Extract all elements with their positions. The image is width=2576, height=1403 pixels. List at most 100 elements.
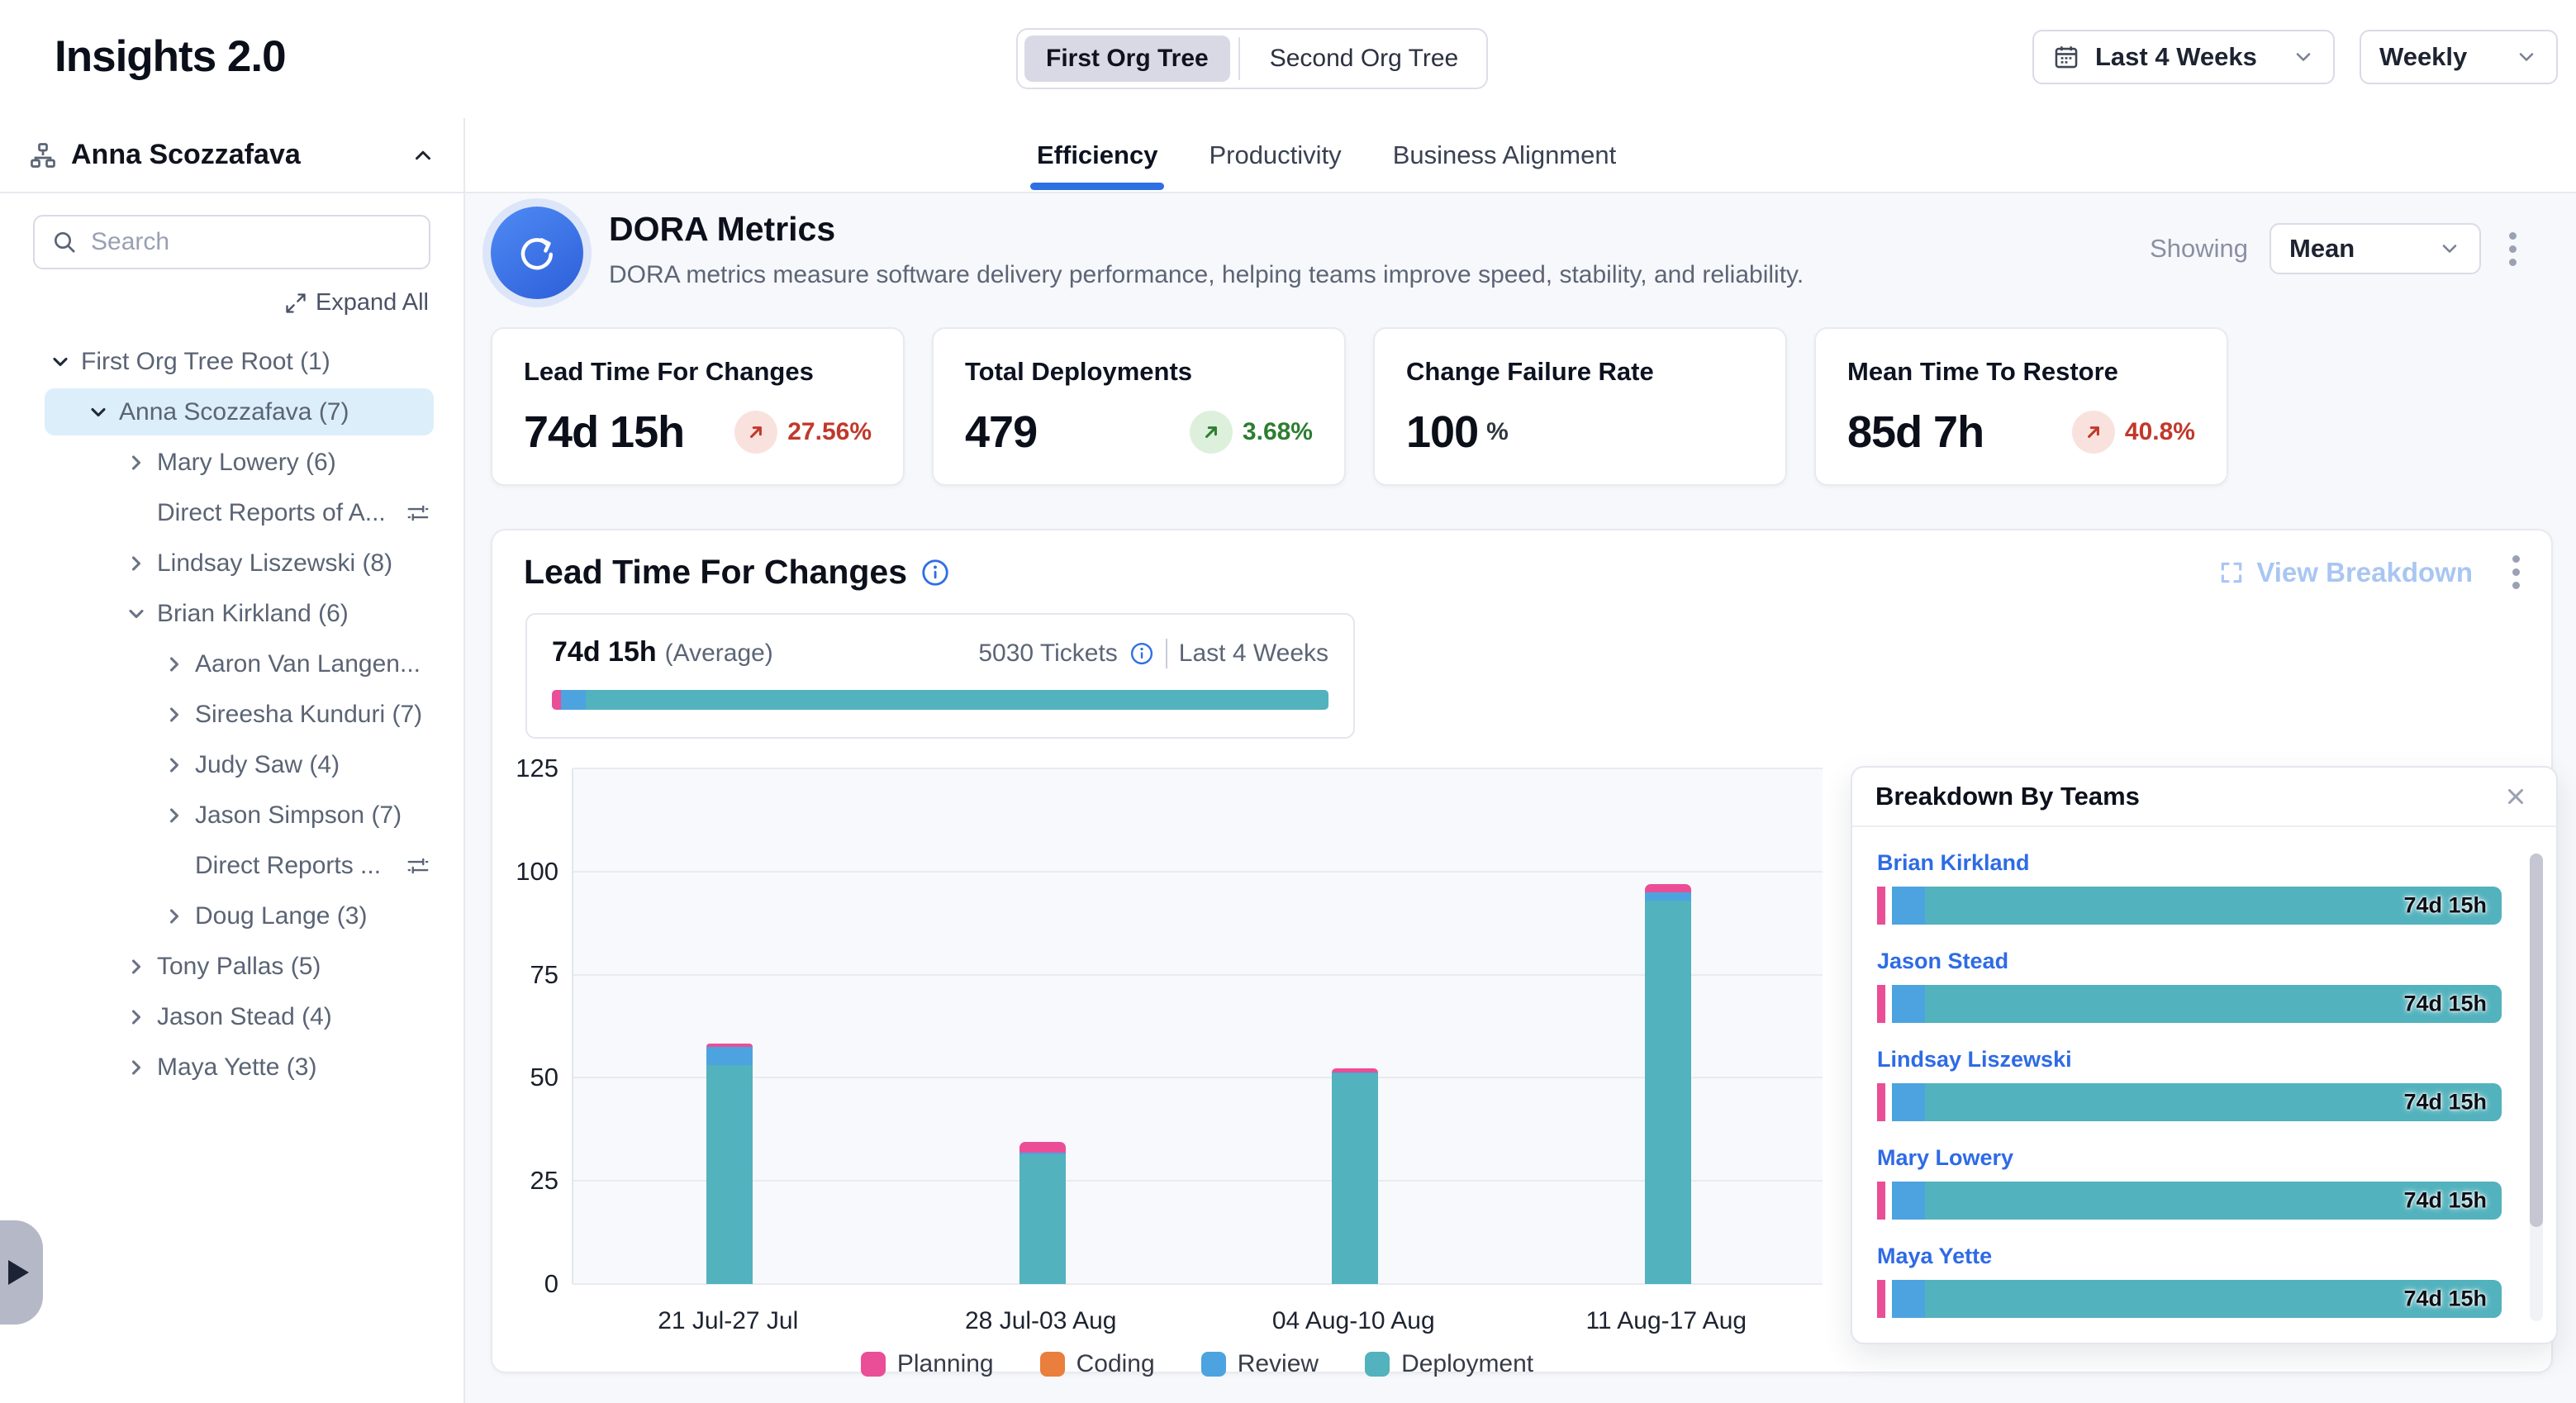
x-axis-label: 21 Jul-27 Jul	[587, 1307, 868, 1335]
legend-swatch	[1201, 1352, 1226, 1377]
tree-item[interactable]: Tony Pallas (5)	[0, 941, 463, 992]
tree-item[interactable]: Aaron Van Langen...	[0, 639, 463, 689]
summary-tickets: 5030 Tickets	[978, 640, 1117, 668]
legend-item-review[interactable]: Review	[1201, 1350, 1319, 1378]
metric-card-value: 100	[1406, 407, 1478, 458]
bar-segment-review	[1892, 1083, 1925, 1121]
tree-item[interactable]: Sireesha Kunduri (7)	[0, 689, 463, 740]
metric-card-delta: 3.68%	[1243, 418, 1313, 446]
info-icon[interactable]	[920, 558, 950, 587]
tree-item[interactable]: Doug Lange (3)	[0, 891, 463, 941]
tree-item-label: Mary Lowery (6)	[157, 449, 336, 477]
view-breakdown-button[interactable]: View Breakdown	[2218, 557, 2473, 588]
tree-item[interactable]: Maya Yette (3)	[0, 1042, 463, 1092]
trend-up-icon	[734, 411, 777, 454]
tree-item-label: Direct Reports of A...	[157, 499, 386, 527]
org-tab-first[interactable]: First Org Tree	[1024, 36, 1230, 82]
lead-time-title: Lead Time For Changes	[524, 553, 907, 592]
expand-all-button[interactable]: Expand All	[0, 289, 429, 316]
chevron-down-icon	[2292, 45, 2315, 69]
chevron-right-icon[interactable]	[122, 449, 150, 477]
tree-item[interactable]: Brian Kirkland (6)	[0, 588, 463, 639]
legend-label: Review	[1238, 1350, 1319, 1378]
scrollbar-thumb[interactable]	[2530, 854, 2543, 1227]
legend-label: Coding	[1077, 1350, 1155, 1378]
bar-segment-review	[706, 1047, 753, 1065]
team-name-link[interactable]: Lindsay Liszewski	[1877, 1047, 2072, 1072]
chevron-down-icon	[2515, 45, 2538, 69]
search-input[interactable]	[91, 228, 412, 256]
date-range-select[interactable]: Last 4 Weeks	[2032, 30, 2335, 84]
legend-swatch	[1365, 1352, 1390, 1377]
x-axis-label: 04 Aug-10 Aug	[1213, 1307, 1494, 1335]
tree-item[interactable]: Direct Reports of A...	[0, 487, 463, 538]
sidebar-search	[33, 215, 430, 269]
team-name-link[interactable]: Brian Kirkland	[1877, 850, 2030, 876]
chevron-right-icon[interactable]	[122, 1003, 150, 1031]
chevron-right-icon[interactable]	[122, 953, 150, 981]
tree-item-label: Sireesha Kunduri (7)	[195, 701, 422, 729]
tab-efficiency[interactable]: Efficiency	[1037, 118, 1157, 192]
tree-item[interactable]: Anna Scozzafava (7)	[0, 387, 463, 437]
tree-item[interactable]: Direct Reports ...	[0, 840, 463, 891]
metric-card: Total Deployments4793.68%	[932, 327, 1346, 486]
scrollbar-track[interactable]	[2530, 854, 2543, 1321]
chevron-down-icon[interactable]	[122, 600, 150, 628]
dora-kebab-menu[interactable]	[2502, 226, 2523, 273]
metric-card: Lead Time For Changes74d 15h27.56%	[491, 327, 905, 486]
tree-item-label: Judy Saw (4)	[195, 751, 340, 779]
chevron-right-icon[interactable]	[122, 1053, 150, 1082]
filter-icon[interactable]	[406, 854, 430, 878]
tree-item[interactable]: Mary Lowery (6)	[0, 437, 463, 487]
chevron-right-icon[interactable]	[122, 549, 150, 578]
gridline	[573, 768, 1823, 769]
legend-label: Deployment	[1401, 1350, 1533, 1378]
spacer	[160, 852, 188, 880]
tree-item[interactable]: First Org Tree Root (1)	[0, 336, 463, 387]
granularity-select[interactable]: Weekly	[2360, 30, 2558, 84]
chevron-right-icon[interactable]	[160, 801, 188, 830]
legend-item-planning[interactable]: Planning	[861, 1350, 994, 1378]
chevron-right-icon[interactable]	[160, 902, 188, 930]
info-icon[interactable]	[1129, 641, 1154, 666]
team-name-link[interactable]: Mary Lowery	[1877, 1145, 2013, 1171]
bar-segment-review	[1892, 1182, 1925, 1220]
chevron-down-icon[interactable]	[84, 398, 112, 426]
legend-swatch	[1040, 1352, 1065, 1377]
breakdown-by-teams-panel: Breakdown By Teams Brian Kirkland74d 15h…	[1851, 766, 2558, 1344]
chevron-up-icon[interactable]	[411, 143, 435, 168]
lead-time-kebab-menu[interactable]	[2506, 549, 2526, 596]
metric-card-value: 85d 7h	[1847, 407, 1984, 458]
y-axis-tick: 125	[499, 754, 558, 783]
tab-business-alignment[interactable]: Business Alignment	[1393, 118, 1617, 192]
metric-card: Mean Time To Restore85d 7h40.8%	[1814, 327, 2228, 486]
chevron-down-icon	[2438, 237, 2461, 260]
aggregation-value: Mean	[2289, 234, 2355, 264]
chevron-right-icon[interactable]	[160, 650, 188, 678]
team-name-link[interactable]: Maya Yette	[1877, 1244, 1992, 1269]
stacked-bar	[1332, 768, 1378, 1284]
close-icon[interactable]	[2498, 779, 2533, 814]
legend-item-deployment[interactable]: Deployment	[1365, 1350, 1533, 1378]
tab-productivity[interactable]: Productivity	[1209, 118, 1341, 192]
legend-item-coding[interactable]: Coding	[1040, 1350, 1155, 1378]
tree-item[interactable]: Jason Stead (4)	[0, 992, 463, 1042]
aggregation-select[interactable]: Mean	[2269, 223, 2481, 274]
bar-segment-review	[1645, 892, 1691, 901]
sidebar-collapse-handle[interactable]	[0, 1220, 43, 1325]
chevron-right-icon[interactable]	[160, 701, 188, 729]
team-name-link[interactable]: Jason Stead	[1877, 949, 2008, 974]
tree-item[interactable]: Lindsay Liszewski (8)	[0, 538, 463, 588]
trend-up-icon	[2072, 411, 2115, 454]
stacked-bar	[1019, 768, 1066, 1284]
org-tab-second[interactable]: Second Org Tree	[1248, 36, 1480, 82]
phase-segment-review	[561, 690, 586, 710]
filter-icon[interactable]	[406, 501, 430, 526]
bar-segment-review	[1892, 985, 1925, 1023]
tree-item[interactable]: Jason Simpson (7)	[0, 790, 463, 840]
expand-all-icon	[284, 292, 307, 315]
chevron-down-icon[interactable]	[46, 348, 74, 376]
chevron-right-icon[interactable]	[160, 751, 188, 779]
team-row: Brian Kirkland74d 15h	[1877, 849, 2502, 925]
tree-item[interactable]: Judy Saw (4)	[0, 740, 463, 790]
